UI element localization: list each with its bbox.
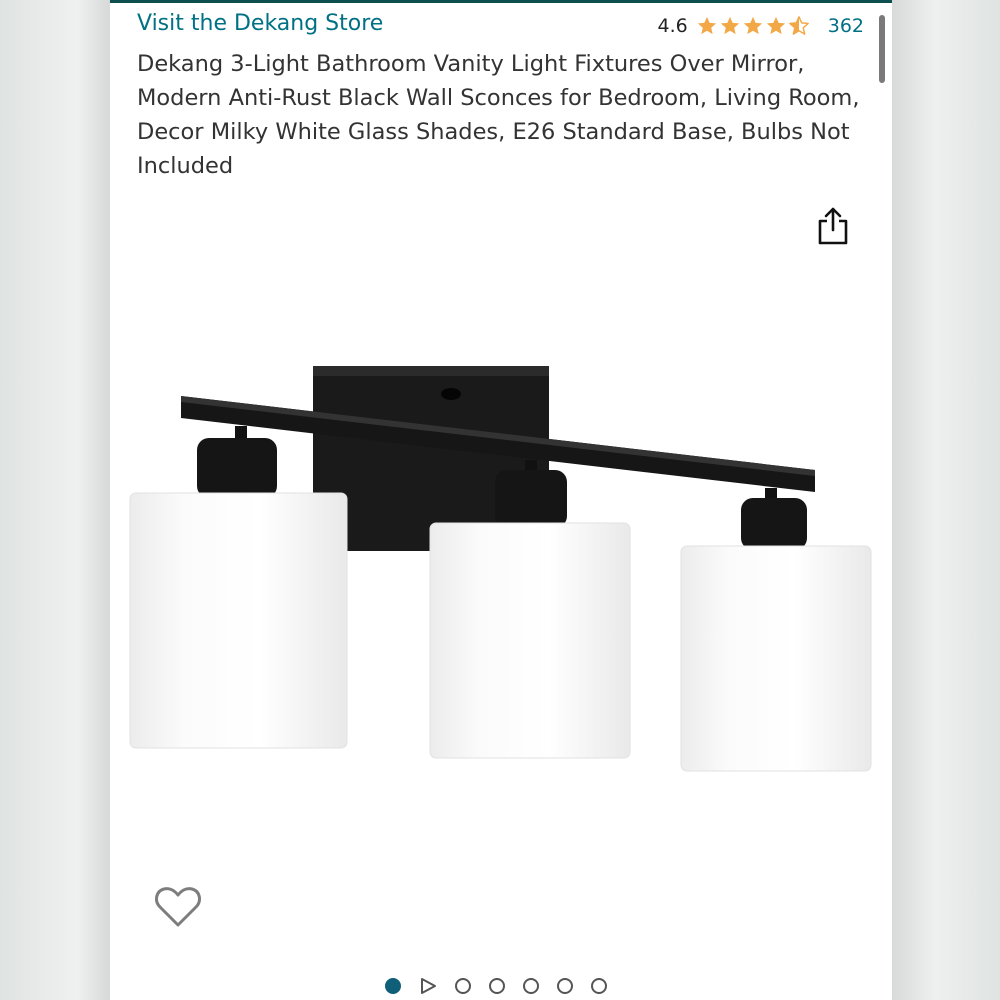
background-left bbox=[0, 0, 110, 1000]
pager-dot-active[interactable] bbox=[385, 978, 401, 994]
product-image[interactable] bbox=[125, 358, 885, 788]
star-full-icon bbox=[743, 16, 762, 35]
product-title: Dekang 3-Light Bathroom Vanity Light Fix… bbox=[137, 51, 860, 179]
star-full-icon bbox=[766, 16, 785, 35]
store-link[interactable]: Visit the Dekang Store bbox=[137, 11, 383, 36]
scrollbar[interactable] bbox=[879, 15, 885, 83]
share-icon[interactable] bbox=[815, 206, 851, 246]
pager-dot[interactable] bbox=[489, 978, 505, 994]
star-rating bbox=[696, 15, 810, 37]
star-half-icon bbox=[788, 16, 809, 35]
pager-dot[interactable] bbox=[557, 978, 573, 994]
star-full-icon bbox=[697, 16, 716, 35]
star-full-icon bbox=[720, 16, 739, 35]
background-right bbox=[892, 0, 1000, 1000]
image-pager bbox=[385, 977, 607, 995]
rating-summary[interactable]: 4.6 362 bbox=[658, 15, 864, 37]
play-triangle-icon[interactable] bbox=[419, 977, 437, 995]
pager-dot[interactable] bbox=[455, 978, 471, 994]
review-count[interactable]: 362 bbox=[828, 15, 864, 37]
rating-value: 4.6 bbox=[657, 15, 688, 37]
heart-outline-icon[interactable] bbox=[154, 885, 202, 929]
pager-dot[interactable] bbox=[523, 978, 539, 994]
product-card: Visit the Dekang Store 4.6 362 Dekang 3-… bbox=[110, 3, 892, 1000]
pager-dot[interactable] bbox=[591, 978, 607, 994]
